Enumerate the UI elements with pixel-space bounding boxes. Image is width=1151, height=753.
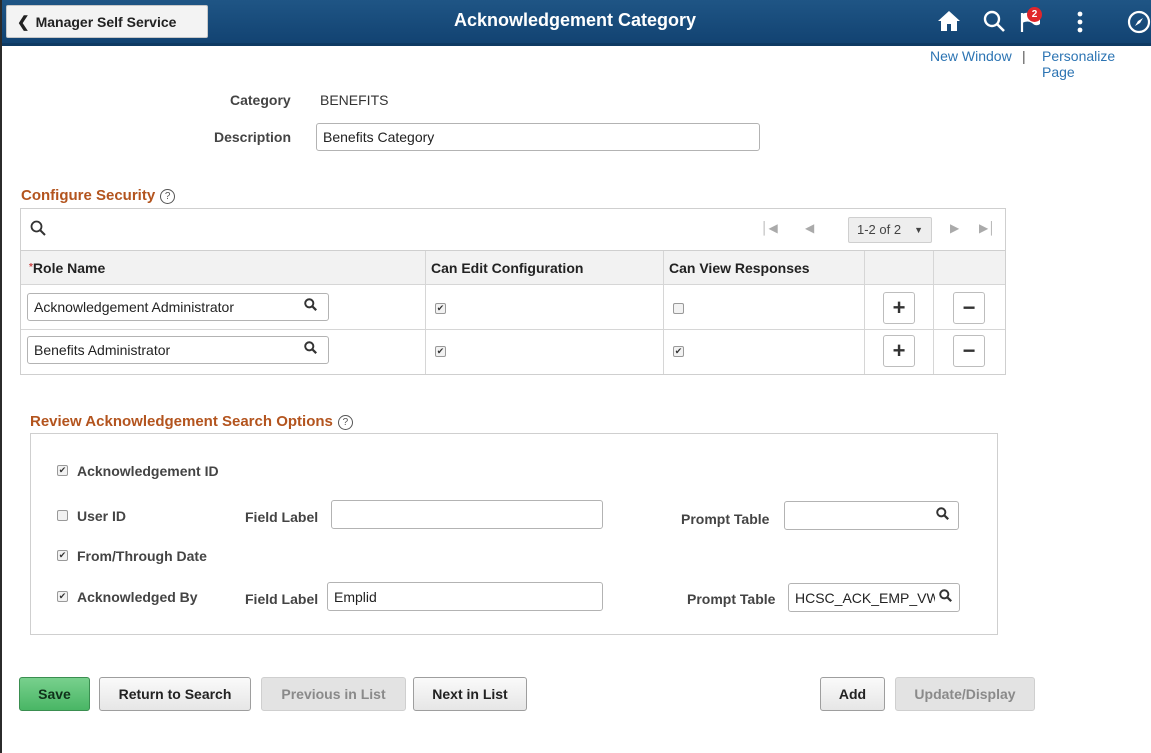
role-name-input[interactable] [27,336,329,364]
configure-security-title: Configure Security? [21,187,176,204]
save-button[interactable]: Save [19,677,90,711]
user-id-field-label-caption: Field Label [245,509,319,525]
category-value: BENEFITS [320,92,389,108]
notification-count-badge: 2 [1027,7,1042,22]
can-edit-checkbox[interactable]: ✔ [435,303,446,314]
personalize-page-link[interactable]: Personalize Page [1042,48,1151,80]
role-name-header-text: Role Name [32,260,106,276]
description-field[interactable] [316,123,760,151]
ack-id-label: Acknowledgement ID [77,463,219,479]
header-banner: ❮ Manager Self Service Acknowledgement C… [2,0,1151,46]
security-grid: │◀ ◀ 1-2 of 2 ▼ ▶ ▶│ *Role Name Can Edit… [20,208,1006,375]
home-icon[interactable] [937,9,961,36]
ack-by-label: Acknowledged By [77,589,198,605]
configure-security-title-text: Configure Security [21,187,156,204]
last-page-icon[interactable]: ▶│ [979,221,996,235]
review-options-box: ✔ Acknowledgement ID User ID Field Label… [30,433,998,635]
help-icon[interactable]: ? [160,189,176,204]
role-name-header[interactable]: *Role Name [29,260,105,276]
navbar-compass-icon[interactable] [1127,10,1151,37]
chevron-left-icon: ❮ [17,13,30,31]
ack-by-field-label-input[interactable] [327,582,603,611]
role-name-input[interactable] [27,293,329,321]
actions-menu-icon[interactable] [1076,10,1084,37]
ack-by-field-label-caption: Field Label [245,591,319,607]
previous-page-icon[interactable]: ◀ [805,221,814,235]
page-selector[interactable]: 1-2 of 2 ▼ [848,217,932,243]
delete-row-button[interactable]: − [953,335,985,367]
from-through-checkbox[interactable]: ✔ [57,550,68,561]
user-id-checkbox[interactable] [57,510,68,521]
delete-row-button[interactable]: − [953,292,985,324]
table-row: ✔ + − [21,285,1005,330]
user-id-prompt-table-input[interactable] [784,501,959,530]
ack-by-prompt-table-input[interactable] [788,583,960,612]
grid-search-icon[interactable] [30,220,46,239]
ack-by-checkbox[interactable]: ✔ [57,591,68,602]
can-view-checkbox[interactable]: ✔ [673,346,684,357]
add-row-button[interactable]: + [883,335,915,367]
update-display-button[interactable]: Update/Display [895,677,1035,711]
return-to-search-button[interactable]: Return to Search [99,677,251,711]
can-edit-checkbox[interactable]: ✔ [435,346,446,357]
user-id-prompt-table-caption: Prompt Table [681,511,770,527]
description-label: Description [214,129,292,145]
review-options-title-text: Review Acknowledgement Search Options [30,413,333,430]
search-icon[interactable] [982,9,1006,36]
lookup-icon[interactable] [304,341,317,357]
review-options-title: Review Acknowledgement Search Options? [30,413,353,430]
can-edit-header[interactable]: Can Edit Configuration [431,260,583,276]
help-icon[interactable]: ? [337,415,353,430]
category-label: Category [230,92,291,108]
can-view-header[interactable]: Can View Responses [669,260,810,276]
lookup-icon[interactable] [936,507,949,523]
first-page-icon[interactable]: │◀ [761,221,778,235]
next-in-list-button[interactable]: Next in List [413,677,527,711]
link-separator: | [1022,48,1026,64]
ack-id-checkbox[interactable]: ✔ [57,465,68,476]
previous-in-list-button[interactable]: Previous in List [261,677,406,711]
from-through-label: From/Through Date [77,548,207,564]
lookup-icon[interactable] [304,298,317,314]
can-view-checkbox[interactable] [673,303,684,314]
user-id-label: User ID [77,508,127,524]
grid-nav-row: │◀ ◀ 1-2 of 2 ▼ ▶ ▶│ [21,209,1005,251]
add-button[interactable]: Add [820,677,885,711]
new-window-link[interactable]: New Window [930,48,1012,64]
ack-by-prompt-table-caption: Prompt Table [687,591,776,607]
dropdown-arrow-icon: ▼ [914,225,923,235]
back-button[interactable]: ❮ Manager Self Service [6,5,208,38]
back-button-label: Manager Self Service [35,13,177,30]
grid-header: *Role Name Can Edit Configuration Can Vi… [21,251,1005,285]
pager-text: 1-2 of 2 [857,222,902,237]
add-row-button[interactable]: + [883,292,915,324]
user-id-field-label-input[interactable] [331,500,603,529]
table-row: ✔ ✔ + − [21,330,1005,375]
next-page-icon[interactable]: ▶ [950,221,959,235]
page-title: Acknowledgement Category [454,10,697,30]
lookup-icon[interactable] [939,589,952,605]
